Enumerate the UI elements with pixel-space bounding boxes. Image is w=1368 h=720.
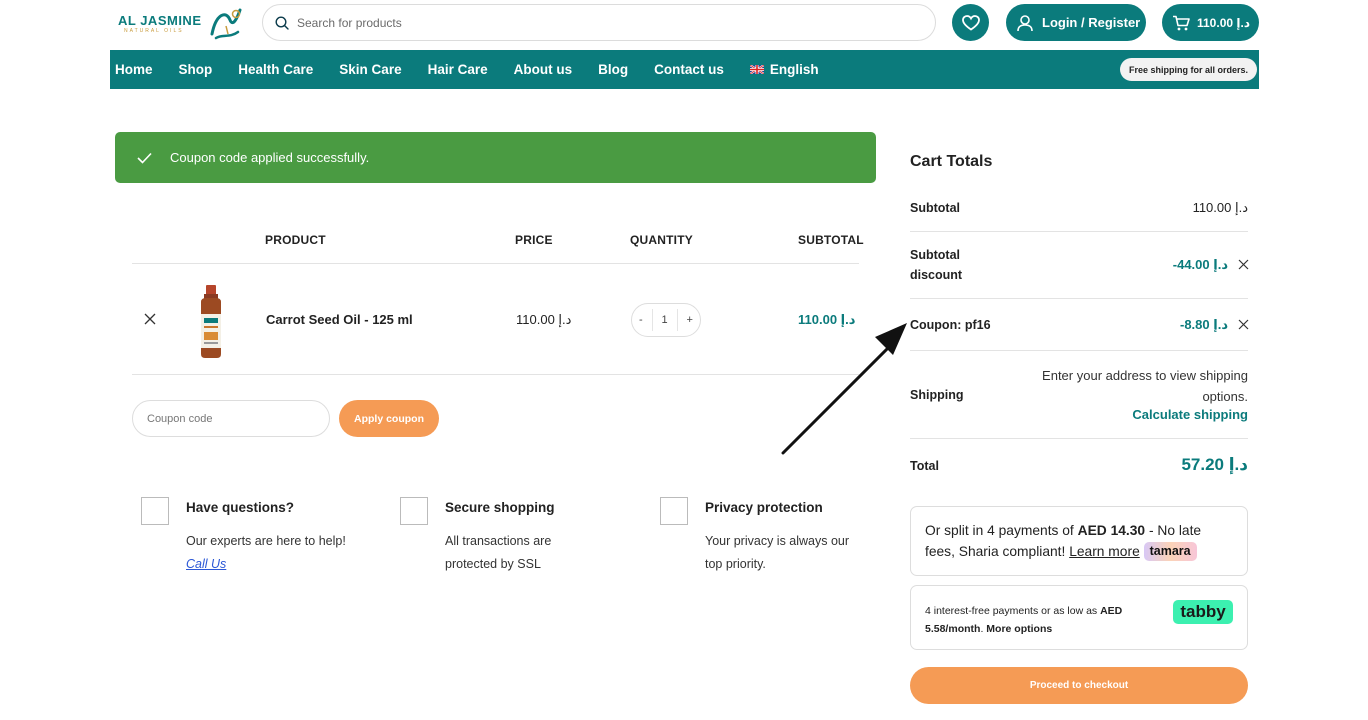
column-header-subtotal: SUBTOTAL	[798, 233, 864, 247]
feature-description: All transactions are protected by SSL	[445, 534, 552, 571]
site-logo[interactable]: AL JASMINE NATURAL OILS	[118, 4, 246, 44]
stepper-divider	[651, 309, 653, 331]
feature-icon-placeholder	[141, 497, 169, 525]
language-switcher[interactable]: English	[749, 62, 819, 77]
tamara-learn-more-link[interactable]: Learn more	[1069, 544, 1140, 559]
remove-discount-icon[interactable]	[1238, 259, 1249, 270]
nav-item-contact-us[interactable]: Contact us	[654, 62, 724, 77]
feature-icon-placeholder	[660, 497, 688, 525]
search-icon	[275, 15, 289, 30]
tamara-widget: Or split in 4 payments of AED 14.30 - No…	[910, 506, 1248, 576]
tamara-logo: tamara	[1143, 542, 1197, 562]
tabby-logo: tabby	[1173, 600, 1233, 624]
tamara-amount: AED 14.30	[1077, 523, 1146, 538]
feature-icon-placeholder	[400, 497, 428, 525]
cart-total-label: 110.00 د.إ	[1197, 15, 1250, 30]
totals-divider	[910, 231, 1248, 232]
cart-icon	[1173, 15, 1190, 30]
quantity-stepper: - 1 +	[631, 303, 701, 337]
heart-icon	[961, 14, 980, 31]
nav-item-skin-care[interactable]: Skin Care	[339, 62, 401, 77]
quantity-increase-button[interactable]: +	[687, 314, 693, 326]
stepper-divider	[676, 309, 678, 331]
totals-divider	[910, 298, 1248, 299]
totals-divider	[910, 350, 1248, 351]
shipping-label: Shipping	[910, 388, 964, 402]
product-image[interactable]	[193, 284, 229, 360]
product-name[interactable]: Carrot Seed Oil - 125 ml	[266, 312, 413, 327]
nav-item-about-us[interactable]: About us	[514, 62, 573, 77]
logo-text: AL JASMINE	[118, 13, 202, 28]
nav-item-home[interactable]: Home	[115, 62, 153, 77]
coupon-value: -8.80 د.إ	[1180, 317, 1228, 332]
feature-description: Your privacy is always our top priority.	[705, 534, 850, 571]
nav-item-shop[interactable]: Shop	[179, 62, 213, 77]
proceed-to-checkout-button[interactable]: Proceed to checkout	[910, 667, 1248, 704]
calculate-shipping-link[interactable]: Calculate shipping	[1132, 407, 1248, 422]
feature-title: Privacy protection	[705, 500, 823, 515]
coupon-success-notice: Coupon code applied successfully.	[115, 132, 876, 183]
search-bar[interactable]	[262, 4, 936, 41]
total-value: 57.20 د.إ	[1181, 455, 1248, 474]
cart-button[interactable]: 110.00 د.إ	[1162, 4, 1259, 41]
remove-coupon-icon[interactable]	[1238, 319, 1249, 330]
column-header-product: PRODUCT	[265, 233, 326, 247]
feature-title: Secure shopping	[445, 500, 555, 515]
tabby-more-options-link[interactable]: More options	[986, 623, 1052, 635]
table-divider	[132, 263, 859, 264]
product-price: 110.00 د.إ	[516, 312, 572, 327]
tabby-widget: 4 interest-free payments or as low as AE…	[910, 585, 1248, 650]
cart-totals-title: Cart Totals	[910, 153, 993, 170]
apply-coupon-button[interactable]: Apply coupon	[339, 400, 439, 437]
nav-item-health-care[interactable]: Health Care	[238, 62, 313, 77]
column-header-price: PRICE	[515, 233, 553, 247]
table-divider	[132, 374, 859, 375]
login-label: Login / Register	[1042, 15, 1141, 30]
call-us-link[interactable]: Call Us	[186, 557, 226, 571]
wishlist-button[interactable]	[952, 4, 989, 41]
quantity-decrease-button[interactable]: -	[639, 314, 643, 326]
totals-divider	[910, 438, 1248, 439]
coupon-code-input[interactable]	[132, 400, 330, 437]
login-register-button[interactable]: Login / Register	[1006, 4, 1146, 41]
main-navigation: Home Shop Health Care Skin Care Hair Car…	[110, 50, 1259, 89]
feature-description: Our experts are here to help! Call Us	[186, 534, 346, 571]
logo-calligraphy-icon	[210, 8, 241, 40]
nav-item-blog[interactable]: Blog	[598, 62, 628, 77]
quantity-value[interactable]: 1	[662, 314, 668, 326]
total-label: Total	[910, 459, 939, 473]
checkmark-icon	[137, 152, 152, 164]
search-input[interactable]	[297, 15, 897, 30]
subtotal-discount-value: -44.00 د.إ	[1172, 257, 1228, 272]
free-shipping-badge: Free shipping for all orders.	[1119, 58, 1257, 81]
user-icon	[1017, 14, 1033, 31]
shipping-info: Enter your address to view shipping opti…	[1042, 368, 1248, 404]
logo-subtext: NATURAL OILS	[124, 28, 184, 34]
coupon-label: Coupon: pf16	[910, 318, 991, 332]
annotation-arrow-icon	[781, 323, 907, 455]
subtotal-label: Subtotal	[910, 201, 960, 215]
subtotal-discount-label: Subtotal discount	[910, 248, 963, 282]
nav-item-hair-care[interactable]: Hair Care	[428, 62, 488, 77]
uk-flag-icon	[749, 65, 764, 74]
column-header-quantity: QUANTITY	[630, 233, 693, 247]
notice-message: Coupon code applied successfully.	[170, 150, 370, 165]
subtotal-value: 110.00 د.إ	[1192, 200, 1248, 215]
feature-title: Have questions?	[186, 500, 295, 515]
language-label: English	[769, 62, 819, 77]
remove-item-icon[interactable]	[143, 312, 157, 326]
